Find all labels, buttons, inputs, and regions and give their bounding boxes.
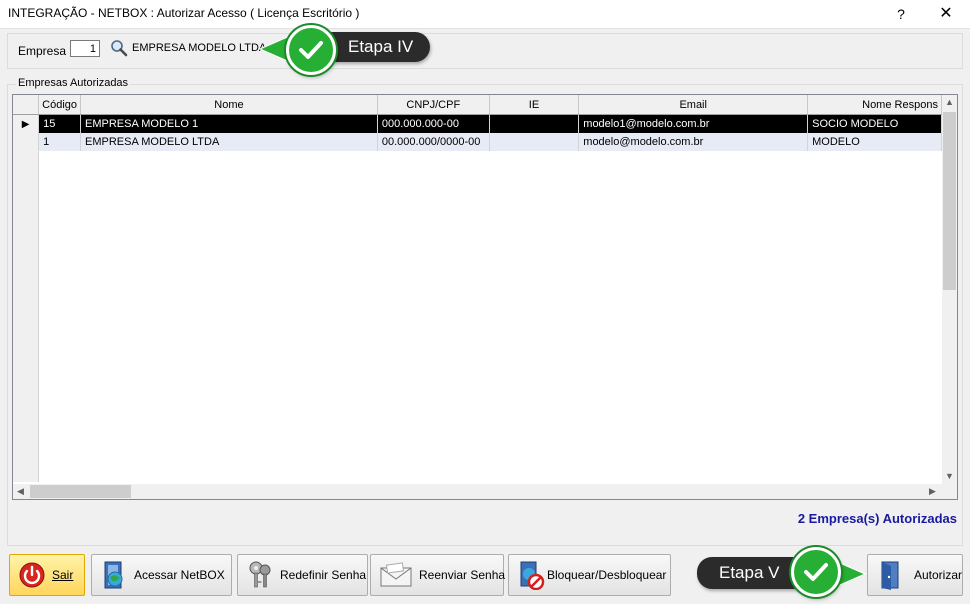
- empresa-label: Empresa: [18, 44, 67, 58]
- grid-table: Código Nome CNPJ/CPF IE Email Nome Respo…: [13, 95, 942, 482]
- column-header-cnpj[interactable]: CNPJ/CPF: [377, 95, 490, 115]
- envelope-icon: [379, 560, 413, 590]
- cell-responsavel[interactable]: SOCIO MODELO: [807, 114, 942, 133]
- column-header-ie[interactable]: IE: [489, 95, 580, 115]
- group-legend: Empresas Autorizadas: [16, 77, 131, 89]
- autorizar-label: Autorizar: [914, 568, 963, 582]
- empty-grid-area: [13, 151, 942, 482]
- grid-corner: [13, 95, 40, 115]
- row-indicator: [13, 133, 40, 151]
- help-button[interactable]: ?: [888, 2, 914, 26]
- cell-codigo[interactable]: 1: [38, 133, 82, 151]
- cell-email[interactable]: modelo1@modelo.com.br: [578, 114, 809, 133]
- column-header-email[interactable]: Email: [578, 95, 809, 115]
- empresa-code-input[interactable]: [70, 40, 100, 57]
- reenviar-senha-button[interactable]: Reenviar Senha: [370, 554, 506, 596]
- acessar-netbox-label: Acessar NetBOX: [134, 568, 225, 582]
- row-indicator: [13, 151, 40, 482]
- keys-icon: [246, 560, 274, 590]
- scroll-corner: [942, 484, 957, 499]
- empty-cell: [38, 151, 942, 482]
- row-indicator: ▶: [13, 114, 40, 133]
- column-header-nome[interactable]: Nome: [80, 95, 378, 115]
- power-icon: [18, 560, 46, 590]
- cell-ie[interactable]: [489, 114, 580, 133]
- acessar-netbox-button[interactable]: Acessar NetBOX: [91, 554, 232, 596]
- cell-cnpj[interactable]: 00.000.000/0000-00: [377, 133, 490, 151]
- bloquear-desbloquear-label: Bloquear/Desbloquear: [547, 568, 667, 582]
- redefinir-senha-button[interactable]: Redefinir Senha: [237, 554, 368, 596]
- column-header-responsavel[interactable]: Nome Respons: [807, 95, 942, 115]
- cell-nome[interactable]: EMPRESA MODELO 1: [80, 114, 378, 133]
- sair-label: Sair: [52, 568, 74, 582]
- step4-callout: Etapa IV: [256, 25, 432, 75]
- table-row[interactable]: ▶ 15 EMPRESA MODELO 1 000.000.000-00 mod…: [13, 114, 942, 133]
- column-header-codigo[interactable]: Código: [38, 95, 82, 115]
- redefinir-senha-label: Redefinir Senha: [280, 568, 367, 582]
- vertical-scroll-thumb[interactable]: [943, 112, 956, 290]
- empresa-name: EMPRESA MODELO LTDA: [132, 42, 267, 54]
- scroll-up-icon[interactable]: ▲: [942, 95, 957, 110]
- cell-ie[interactable]: [489, 133, 580, 151]
- bloquear-desbloquear-button[interactable]: Bloquear/Desbloquear: [508, 554, 671, 596]
- scroll-left-icon[interactable]: ◀: [13, 484, 28, 499]
- row-indicator-arrow: ▶: [21, 118, 30, 130]
- horizontal-scrollbar[interactable]: [13, 484, 942, 499]
- check-icon: [286, 25, 336, 75]
- autorizar-button[interactable]: Autorizar: [867, 554, 963, 596]
- sair-button[interactable]: Sair: [9, 554, 85, 596]
- empresas-grid[interactable]: Código Nome CNPJ/CPF IE Email Nome Respo…: [12, 94, 958, 500]
- scroll-down-icon[interactable]: ▼: [942, 469, 957, 484]
- cell-email[interactable]: modelo@modelo.com.br: [578, 133, 809, 151]
- step5-callout: Etapa V: [697, 544, 877, 600]
- door-icon: [876, 560, 904, 590]
- authorized-count: 2 Empresa(s) Autorizadas: [797, 511, 957, 526]
- window-title: INTEGRAÇÃO - NETBOX : Autorizar Acesso (…: [8, 6, 360, 20]
- block-icon: [517, 560, 545, 591]
- step5-label: Etapa V: [719, 563, 780, 582]
- scroll-right-icon[interactable]: ▶: [925, 484, 940, 499]
- cell-responsavel[interactable]: MODELO: [807, 133, 942, 151]
- check-icon: [791, 547, 841, 597]
- search-icon[interactable]: [109, 38, 129, 58]
- horizontal-scroll-thumb[interactable]: [30, 485, 131, 498]
- table-row[interactable]: 1 EMPRESA MODELO LTDA 00.000.000/0000-00…: [13, 133, 942, 151]
- cell-cnpj[interactable]: 000.000.000-00: [377, 114, 490, 133]
- cell-nome[interactable]: EMPRESA MODELO LTDA: [80, 133, 378, 151]
- globe-door-icon: [100, 560, 128, 590]
- close-button[interactable]: ✕: [930, 2, 962, 26]
- step4-label: Etapa IV: [348, 37, 414, 56]
- cell-codigo[interactable]: 15: [38, 114, 82, 133]
- reenviar-senha-label: Reenviar Senha: [419, 568, 506, 582]
